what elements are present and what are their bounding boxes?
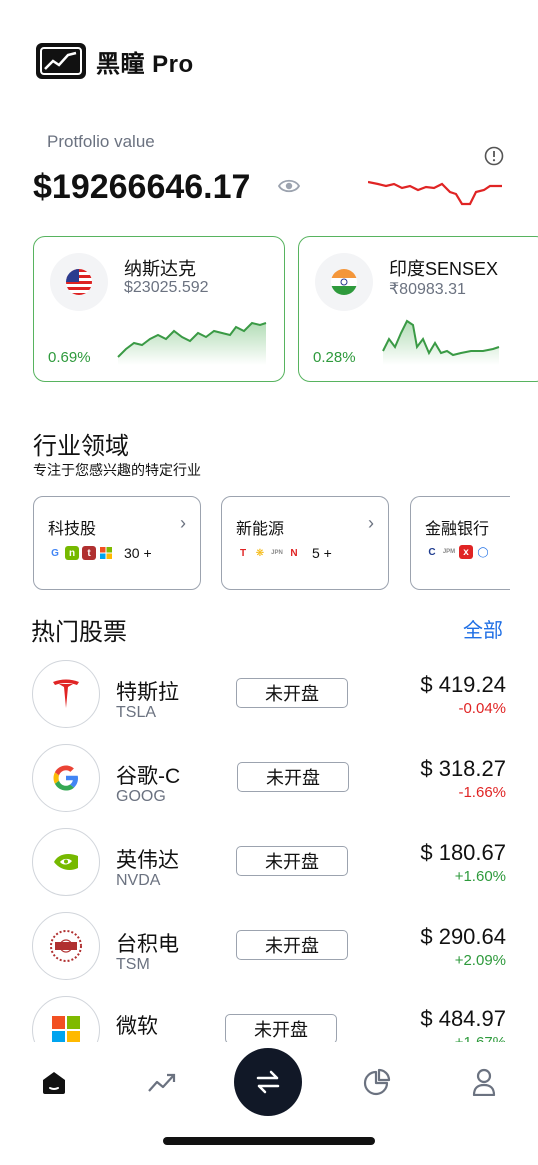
sector-name: 金融银行 (425, 521, 490, 538)
stock-name: 特斯拉 (116, 681, 179, 704)
google-logo-icon (32, 744, 100, 812)
sector-name: 新能源 (236, 521, 285, 538)
index-value: $23025.592 (124, 279, 209, 296)
home-indicator (163, 1137, 375, 1145)
stock-change: -1.66% (458, 784, 506, 801)
stock-list[interactable]: 特斯拉 TSLA 未开盘 $ 419.24 -0.04% 谷歌-C GOOG 未… (0, 656, 538, 1042)
stock-change: +1.60% (454, 868, 506, 885)
market-status-button[interactable]: 未开盘 (237, 762, 349, 792)
stock-code: TSLA (116, 704, 157, 721)
index-sparkline (114, 313, 274, 370)
stock-name: 英伟达 (116, 849, 179, 872)
tsmc-icon: t (82, 546, 96, 560)
stock-change: -0.04% (458, 700, 506, 717)
sector-logos: T ❋ JPN N 5 + (236, 545, 332, 561)
chevron-right-icon: › (368, 513, 374, 533)
info-icon[interactable] (484, 146, 504, 171)
stock-price: $ 290.64 (420, 924, 506, 949)
market-status-button[interactable]: 未开盘 (225, 1014, 337, 1042)
portfolio-pie-tab-icon[interactable] (357, 1062, 397, 1102)
stock-name: 谷歌-C (116, 765, 181, 788)
sector-card-tech[interactable]: 科技股 › G n t 30 + (33, 496, 201, 590)
index-name: 印度SENSEX (389, 259, 499, 279)
index-name: 纳斯达克 (124, 259, 196, 279)
home-tab-icon[interactable] (34, 1062, 74, 1102)
chart-logo-icon (36, 43, 86, 79)
market-status-button[interactable]: 未开盘 (236, 678, 348, 708)
stock-row-tsm[interactable]: 台积电 TSM 未开盘 $ 290.64 +2.09% (0, 908, 538, 992)
stock-price: $ 484.97 (420, 1006, 506, 1031)
market-status-button[interactable]: 未开盘 (236, 846, 348, 876)
index-change: 0.69% (48, 349, 91, 366)
nvidia-icon: n (65, 546, 79, 560)
tesla-logo-icon (32, 660, 100, 728)
sector-more-count: 30 + (124, 545, 152, 561)
stock-row-goog[interactable]: 谷歌-C GOOG 未开盘 $ 318.27 -1.66% (0, 740, 538, 824)
index-value: ₹80983.31 (389, 281, 466, 298)
india-flag-icon (315, 253, 373, 311)
microsoft-logo-icon (32, 996, 100, 1042)
sector-more-count: 5 + (312, 545, 332, 561)
swap-arrows-icon (256, 1070, 280, 1094)
tsmc-logo-icon (32, 912, 100, 980)
stock-row-msft[interactable]: 微软 未开盘 $ 484.97 +1.67% (0, 992, 538, 1042)
stock-row-nvda[interactable]: 英伟达 NVDA 未开盘 $ 180.67 +1.60% (0, 824, 538, 908)
microsoft-icon (99, 546, 113, 560)
app-logo: 黑瞳 Pro (36, 43, 194, 79)
profile-tab-icon[interactable] (464, 1062, 504, 1102)
index-card-sensex[interactable]: 印度SENSEX ₹80983.31 0.28% (298, 236, 538, 382)
stock-code: TSM (116, 956, 150, 973)
app-name: 黑瞳 Pro (96, 50, 194, 78)
stock-price: $ 318.27 (420, 756, 506, 781)
chevron-right-icon: › (180, 513, 186, 533)
jpm-icon: JPM (442, 549, 456, 555)
stock-code: GOOG (116, 788, 166, 805)
view-all-link[interactable]: 全部 (463, 614, 503, 643)
sector-logos: G n t 30 + (48, 545, 152, 561)
stock-change: +1.67% (455, 1034, 506, 1042)
eye-icon[interactable] (277, 178, 301, 199)
sector-card-energy[interactable]: 新能源 › T ❋ JPN N 5 + (221, 496, 389, 590)
bank-x-icon: x (459, 545, 473, 559)
stock-row-tsla[interactable]: 特斯拉 TSLA 未开盘 $ 419.24 -0.04% (0, 656, 538, 740)
sun-icon: ❋ (255, 547, 265, 559)
stock-name: 台积电 (116, 933, 179, 956)
stock-change: +2.09% (454, 952, 506, 969)
market-trend-tab-icon[interactable] (142, 1062, 182, 1102)
bottom-tab-bar (0, 1042, 538, 1132)
jpn-icon: JPN (271, 550, 283, 556)
portfolio-value: $19266646.17 (33, 168, 251, 206)
sector-card-finance[interactable]: 金融银行 C JPM x ◯ (410, 496, 510, 590)
index-change: 0.28% (313, 349, 356, 366)
citi-icon: C (428, 546, 436, 558)
index-card-nasdaq[interactable]: 纳斯达克 $23025.592 0.69% (33, 236, 285, 382)
stock-price: $ 419.24 (420, 672, 506, 697)
tesla-icon: T (239, 547, 247, 559)
nvidia-logo-icon (32, 828, 100, 896)
stock-code: NVDA (116, 872, 161, 889)
index-sparkline (379, 313, 538, 370)
bank-circle-icon: ◯ (477, 546, 489, 558)
portfolio-label: Protfolio value (47, 132, 155, 151)
sector-logos: C JPM x ◯ (425, 545, 490, 559)
stock-name: 微软 (116, 1015, 158, 1038)
us-flag-icon (50, 253, 108, 311)
portfolio-trend-chart (367, 170, 502, 215)
netflix-icon: N (290, 547, 298, 559)
trade-swap-button[interactable] (234, 1048, 302, 1116)
market-status-button[interactable]: 未开盘 (236, 930, 348, 960)
stock-price: $ 180.67 (420, 840, 506, 865)
sectors-subtitle: 专注于您感兴趣的特定行业 (33, 462, 201, 478)
sectors-title: 行业领域 (33, 433, 129, 460)
hot-stocks-title: 热门股票 (31, 619, 127, 646)
sector-name: 科技股 (48, 521, 97, 538)
google-icon: G (51, 547, 59, 559)
